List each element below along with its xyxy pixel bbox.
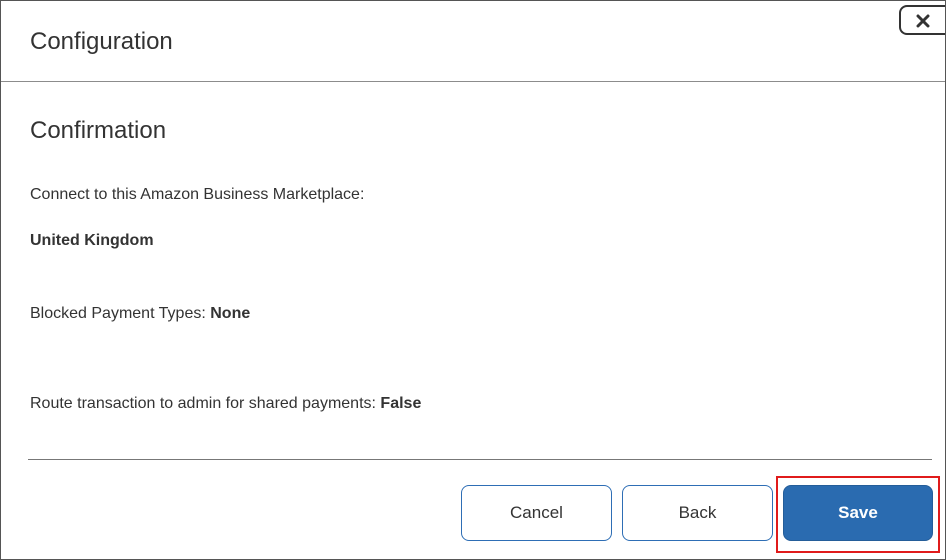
close-icon [916,14,930,28]
route-transaction-value: False [380,395,422,412]
blocked-payment-types-row: Blocked Payment Types: None [30,304,250,324]
dialog-header: Configuration [1,1,945,82]
blocked-payment-types-label: Blocked Payment Types: [30,305,206,322]
route-transaction-row: Route transaction to admin for shared pa… [30,394,421,414]
configuration-dialog: Configuration Confirmation Connect to th… [0,0,946,560]
confirmation-heading: Confirmation [30,117,167,144]
marketplace-label: Connect to this Amazon Business Marketpl… [30,186,365,203]
close-button[interactable] [899,5,945,35]
back-button[interactable]: Back [622,485,773,541]
blocked-payment-types-value: None [210,305,251,322]
marketplace-value: United Kingdom [30,232,154,249]
cancel-button[interactable]: Cancel [461,485,612,541]
save-highlight-box [776,476,940,553]
dialog-title: Configuration [30,28,173,55]
route-transaction-label: Route transaction to admin for shared pa… [30,395,376,412]
footer-divider [28,459,932,460]
